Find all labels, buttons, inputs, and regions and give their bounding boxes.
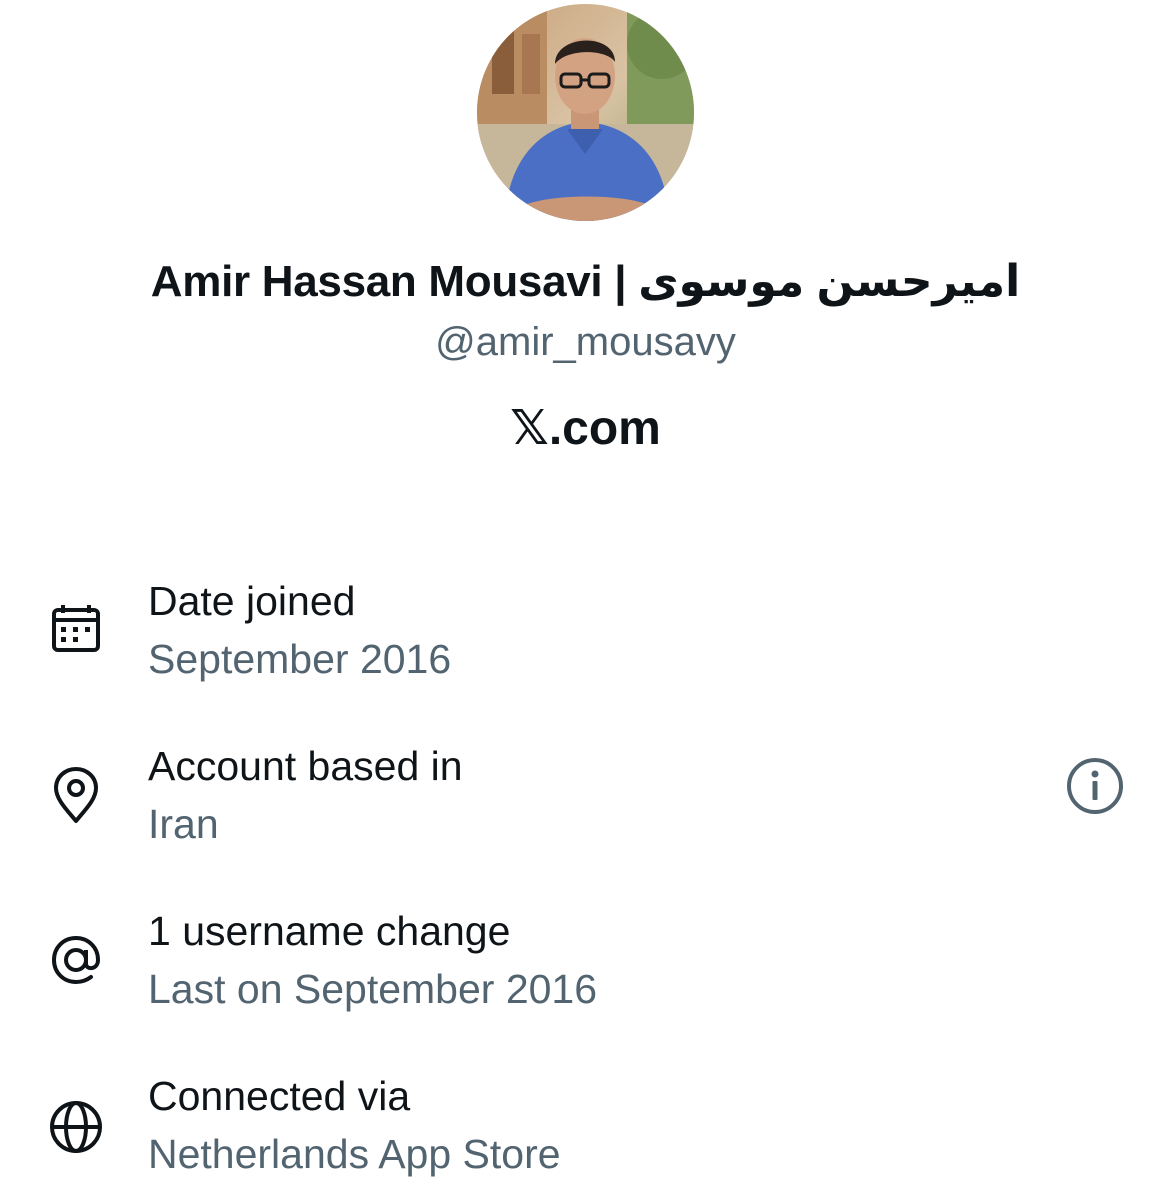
detail-row-date-joined: Date joined September 2016	[0, 578, 1171, 708]
detail-row-connected-via: Connected via Netherlands App Store	[0, 1073, 1171, 1203]
profile-display-name: Amir Hassan Mousavi | امیرحسن موسوی	[150, 257, 1021, 306]
at-sign-icon	[46, 930, 106, 990]
detail-row-account-based-in: Account based in Iran	[0, 743, 1171, 873]
detail-title: Connected via	[148, 1073, 411, 1119]
info-icon[interactable]	[1064, 755, 1126, 817]
detail-title: Date joined	[148, 578, 356, 624]
calendar-icon	[46, 602, 106, 662]
profile-avatar[interactable]	[477, 4, 694, 221]
location-pin-icon	[46, 765, 106, 825]
detail-title: 1 username change	[148, 908, 511, 954]
site-label: 𝕏.com	[510, 402, 661, 455]
detail-row-username-change: 1 username change Last on September 2016	[0, 908, 1171, 1038]
detail-value: Last on September 2016	[148, 966, 598, 1012]
profile-handle: @amir_mousavy	[435, 320, 736, 364]
avatar-photo	[477, 4, 694, 221]
globe-icon	[46, 1097, 106, 1157]
detail-value: Iran	[148, 801, 219, 847]
detail-value: September 2016	[148, 636, 452, 682]
detail-title: Account based in	[148, 743, 463, 789]
detail-value: Netherlands App Store	[148, 1131, 561, 1177]
